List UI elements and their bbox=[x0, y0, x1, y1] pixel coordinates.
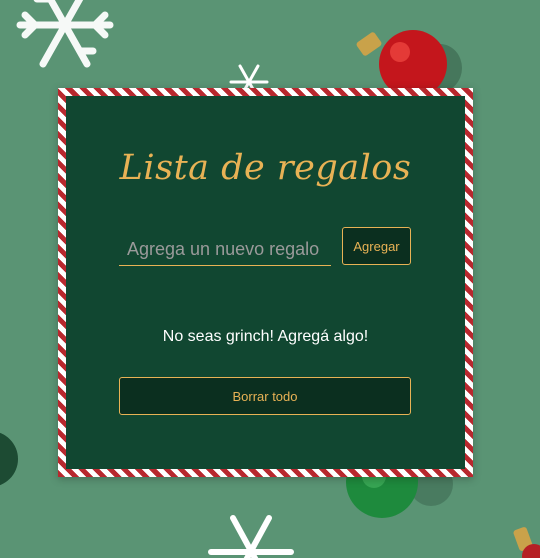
green-ornament-icon bbox=[0, 432, 18, 486]
add-gift-button[interactable]: Agregar bbox=[342, 227, 411, 265]
gold-ornament-icon bbox=[513, 527, 540, 558]
snowflake-icon bbox=[208, 515, 294, 558]
page-title: Lista de regalos bbox=[119, 148, 412, 188]
snowflake-icon bbox=[16, 0, 114, 68]
gift-input[interactable] bbox=[119, 234, 331, 266]
gift-list-card: Lista de regalos Agregar No seas grinch!… bbox=[66, 96, 465, 469]
empty-list-message: No seas grinch! Agregá algo! bbox=[162, 328, 369, 345]
clear-all-button[interactable]: Borrar todo bbox=[119, 377, 411, 415]
candy-cane-frame: Lista de regalos Agregar No seas grinch!… bbox=[58, 88, 473, 477]
